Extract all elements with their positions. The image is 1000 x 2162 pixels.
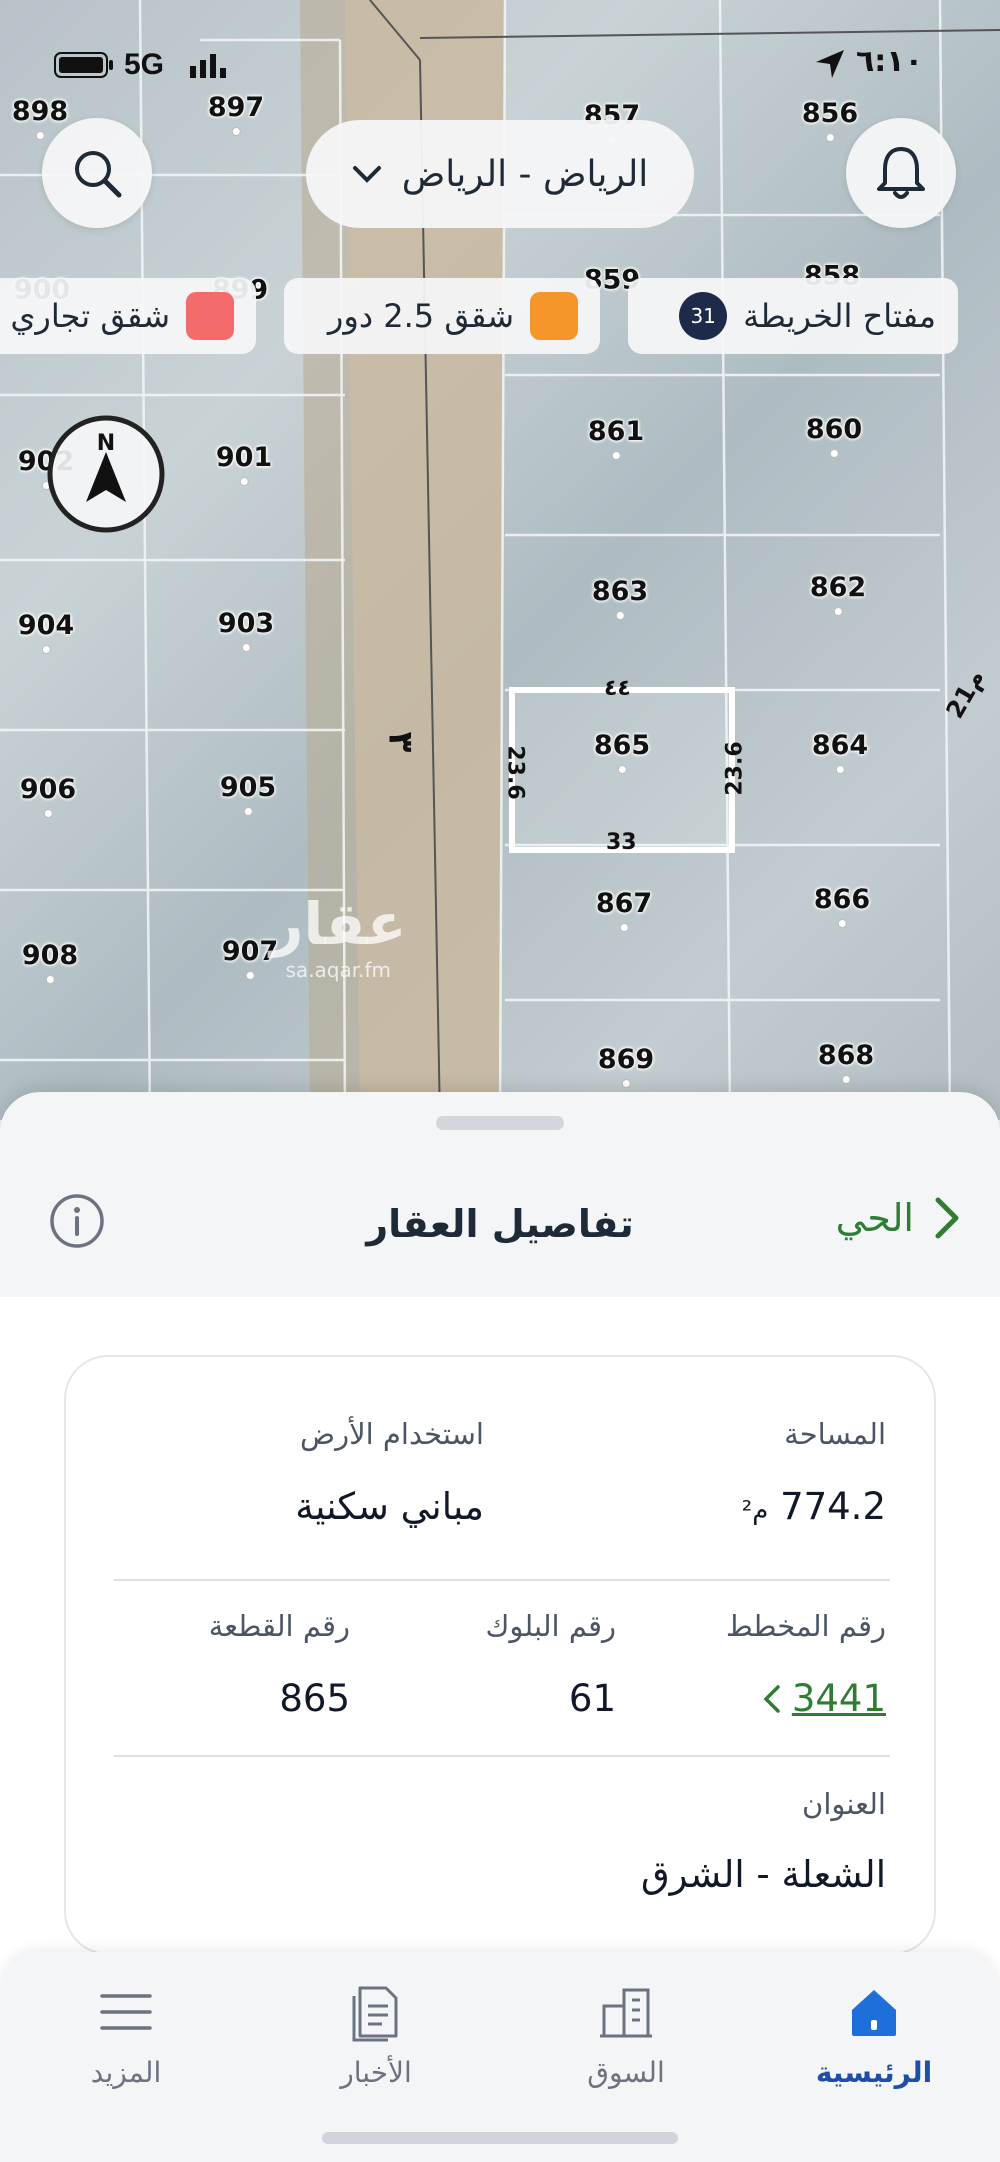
- divider: [114, 1579, 890, 1581]
- map-key-label: مفتاح الخريطة: [743, 297, 936, 335]
- home-indicator: [322, 2132, 678, 2144]
- neighborhood-link[interactable]: الحي: [836, 1196, 960, 1240]
- address-label: العنوان: [802, 1787, 886, 1821]
- lot-marker[interactable]: 904: [18, 610, 74, 654]
- divider: [114, 1755, 890, 1757]
- network-type: 5G: [124, 48, 165, 81]
- sheet-header: تفاصيل العقار الحي: [0, 1152, 1000, 1302]
- tab-home[interactable]: الرئيسية: [774, 1982, 974, 2089]
- land-use-label: استخدام الأرض: [300, 1417, 484, 1451]
- lot-dim-left: 23.6: [502, 745, 528, 800]
- lot-marker[interactable]: 905: [220, 772, 276, 816]
- legend-label: شقق 2.5 دور: [327, 297, 514, 335]
- tab-market[interactable]: السوق: [526, 1982, 726, 2089]
- lot-marker[interactable]: 908: [22, 940, 78, 984]
- selected-lot-marker[interactable]: 865: [594, 730, 650, 774]
- neighborhood-link-label: الحي: [835, 1196, 914, 1240]
- compass-icon: N: [47, 415, 165, 533]
- lot-marker[interactable]: 861: [588, 416, 644, 460]
- signal-icon: [190, 54, 226, 78]
- battery-icon: [54, 52, 113, 78]
- chevron-down-icon: [352, 166, 381, 183]
- search-icon: [75, 151, 122, 198]
- legend-chip-commercial[interactable]: شقق تجاري: [0, 278, 256, 354]
- lot-marker[interactable]: 906: [20, 774, 76, 818]
- menu-icon: [100, 1994, 152, 2030]
- area-label: المساحة: [784, 1417, 886, 1451]
- land-use-value: مباني سكنية: [295, 1485, 484, 1528]
- buildings-icon: [600, 1988, 652, 2038]
- address-value: الشعلة - الشرق: [640, 1853, 886, 1896]
- legend-chip-apartments[interactable]: شقق 2.5 دور: [284, 278, 600, 354]
- lot-marker[interactable]: 860: [806, 414, 862, 458]
- lot-dim-top: ٤٤: [604, 676, 631, 701]
- bell-icon: [877, 147, 925, 199]
- legend-swatch-orange: [530, 292, 578, 340]
- sheet-grabber[interactable]: [436, 1116, 564, 1130]
- lot-marker[interactable]: 903: [218, 608, 274, 652]
- plot-number-value: 865: [279, 1677, 350, 1720]
- legend-swatch-red: [186, 292, 234, 340]
- details-card: المساحة 774.2 م² استخدام الأرض مباني سكن…: [64, 1355, 936, 1955]
- lot-marker[interactable]: 866: [814, 884, 870, 928]
- lot-marker[interactable]: 869: [598, 1044, 654, 1088]
- plan-number-label: رقم المخطط: [725, 1609, 886, 1643]
- compass-button[interactable]: N: [46, 414, 166, 534]
- lot-marker[interactable]: 862: [810, 572, 866, 616]
- block-number-label: رقم البلوك: [485, 1609, 616, 1643]
- lot-dim-bottom: 33: [606, 830, 637, 855]
- lot-marker[interactable]: 867: [596, 888, 652, 932]
- map-key-count-badge: 31: [679, 292, 728, 340]
- lot-marker[interactable]: 864: [812, 730, 868, 774]
- status-bar: 5G ٦:١٠: [0, 0, 1000, 120]
- bottom-tab-bar: الرئيسية السوق الأخبار المزيد: [0, 1952, 1000, 2162]
- plan-number-link[interactable]: 3441: [762, 1677, 886, 1720]
- svg-text:N: N: [97, 431, 115, 456]
- area-value: 774.2 م²: [741, 1485, 886, 1528]
- aqar-watermark: عقار sa.aqar.fm: [270, 890, 407, 982]
- street-label: ٣: [380, 731, 421, 753]
- city-selector[interactable]: الرياض - الرياض: [306, 120, 694, 228]
- chevron-left-icon: [763, 1684, 780, 1713]
- notifications-button[interactable]: [846, 118, 956, 228]
- tab-more[interactable]: المزيد: [26, 1982, 226, 2089]
- tab-news[interactable]: الأخبار: [276, 1982, 476, 2089]
- city-selector-label: الرياض - الرياض: [401, 153, 649, 195]
- lot-dim-right: 23.6: [722, 741, 748, 796]
- plot-number-label: رقم القطعة: [208, 1609, 350, 1643]
- area-unit: م²: [741, 1496, 769, 1526]
- chevron-right-icon: [935, 1197, 959, 1239]
- block-number-value: 61: [568, 1677, 616, 1720]
- clock: ٦:١٠: [856, 44, 923, 79]
- lot-marker[interactable]: 868: [818, 1040, 874, 1084]
- lot-marker[interactable]: 863: [592, 576, 648, 620]
- legend-label: شقق تجاري: [10, 297, 170, 335]
- location-arrow-icon: [816, 50, 844, 78]
- news-icon: [352, 1986, 398, 2042]
- lot-marker[interactable]: 901: [216, 442, 272, 486]
- search-button[interactable]: [42, 118, 152, 228]
- map-key-chip[interactable]: مفتاح الخريطة 31: [628, 278, 958, 354]
- home-icon: [852, 1990, 896, 2036]
